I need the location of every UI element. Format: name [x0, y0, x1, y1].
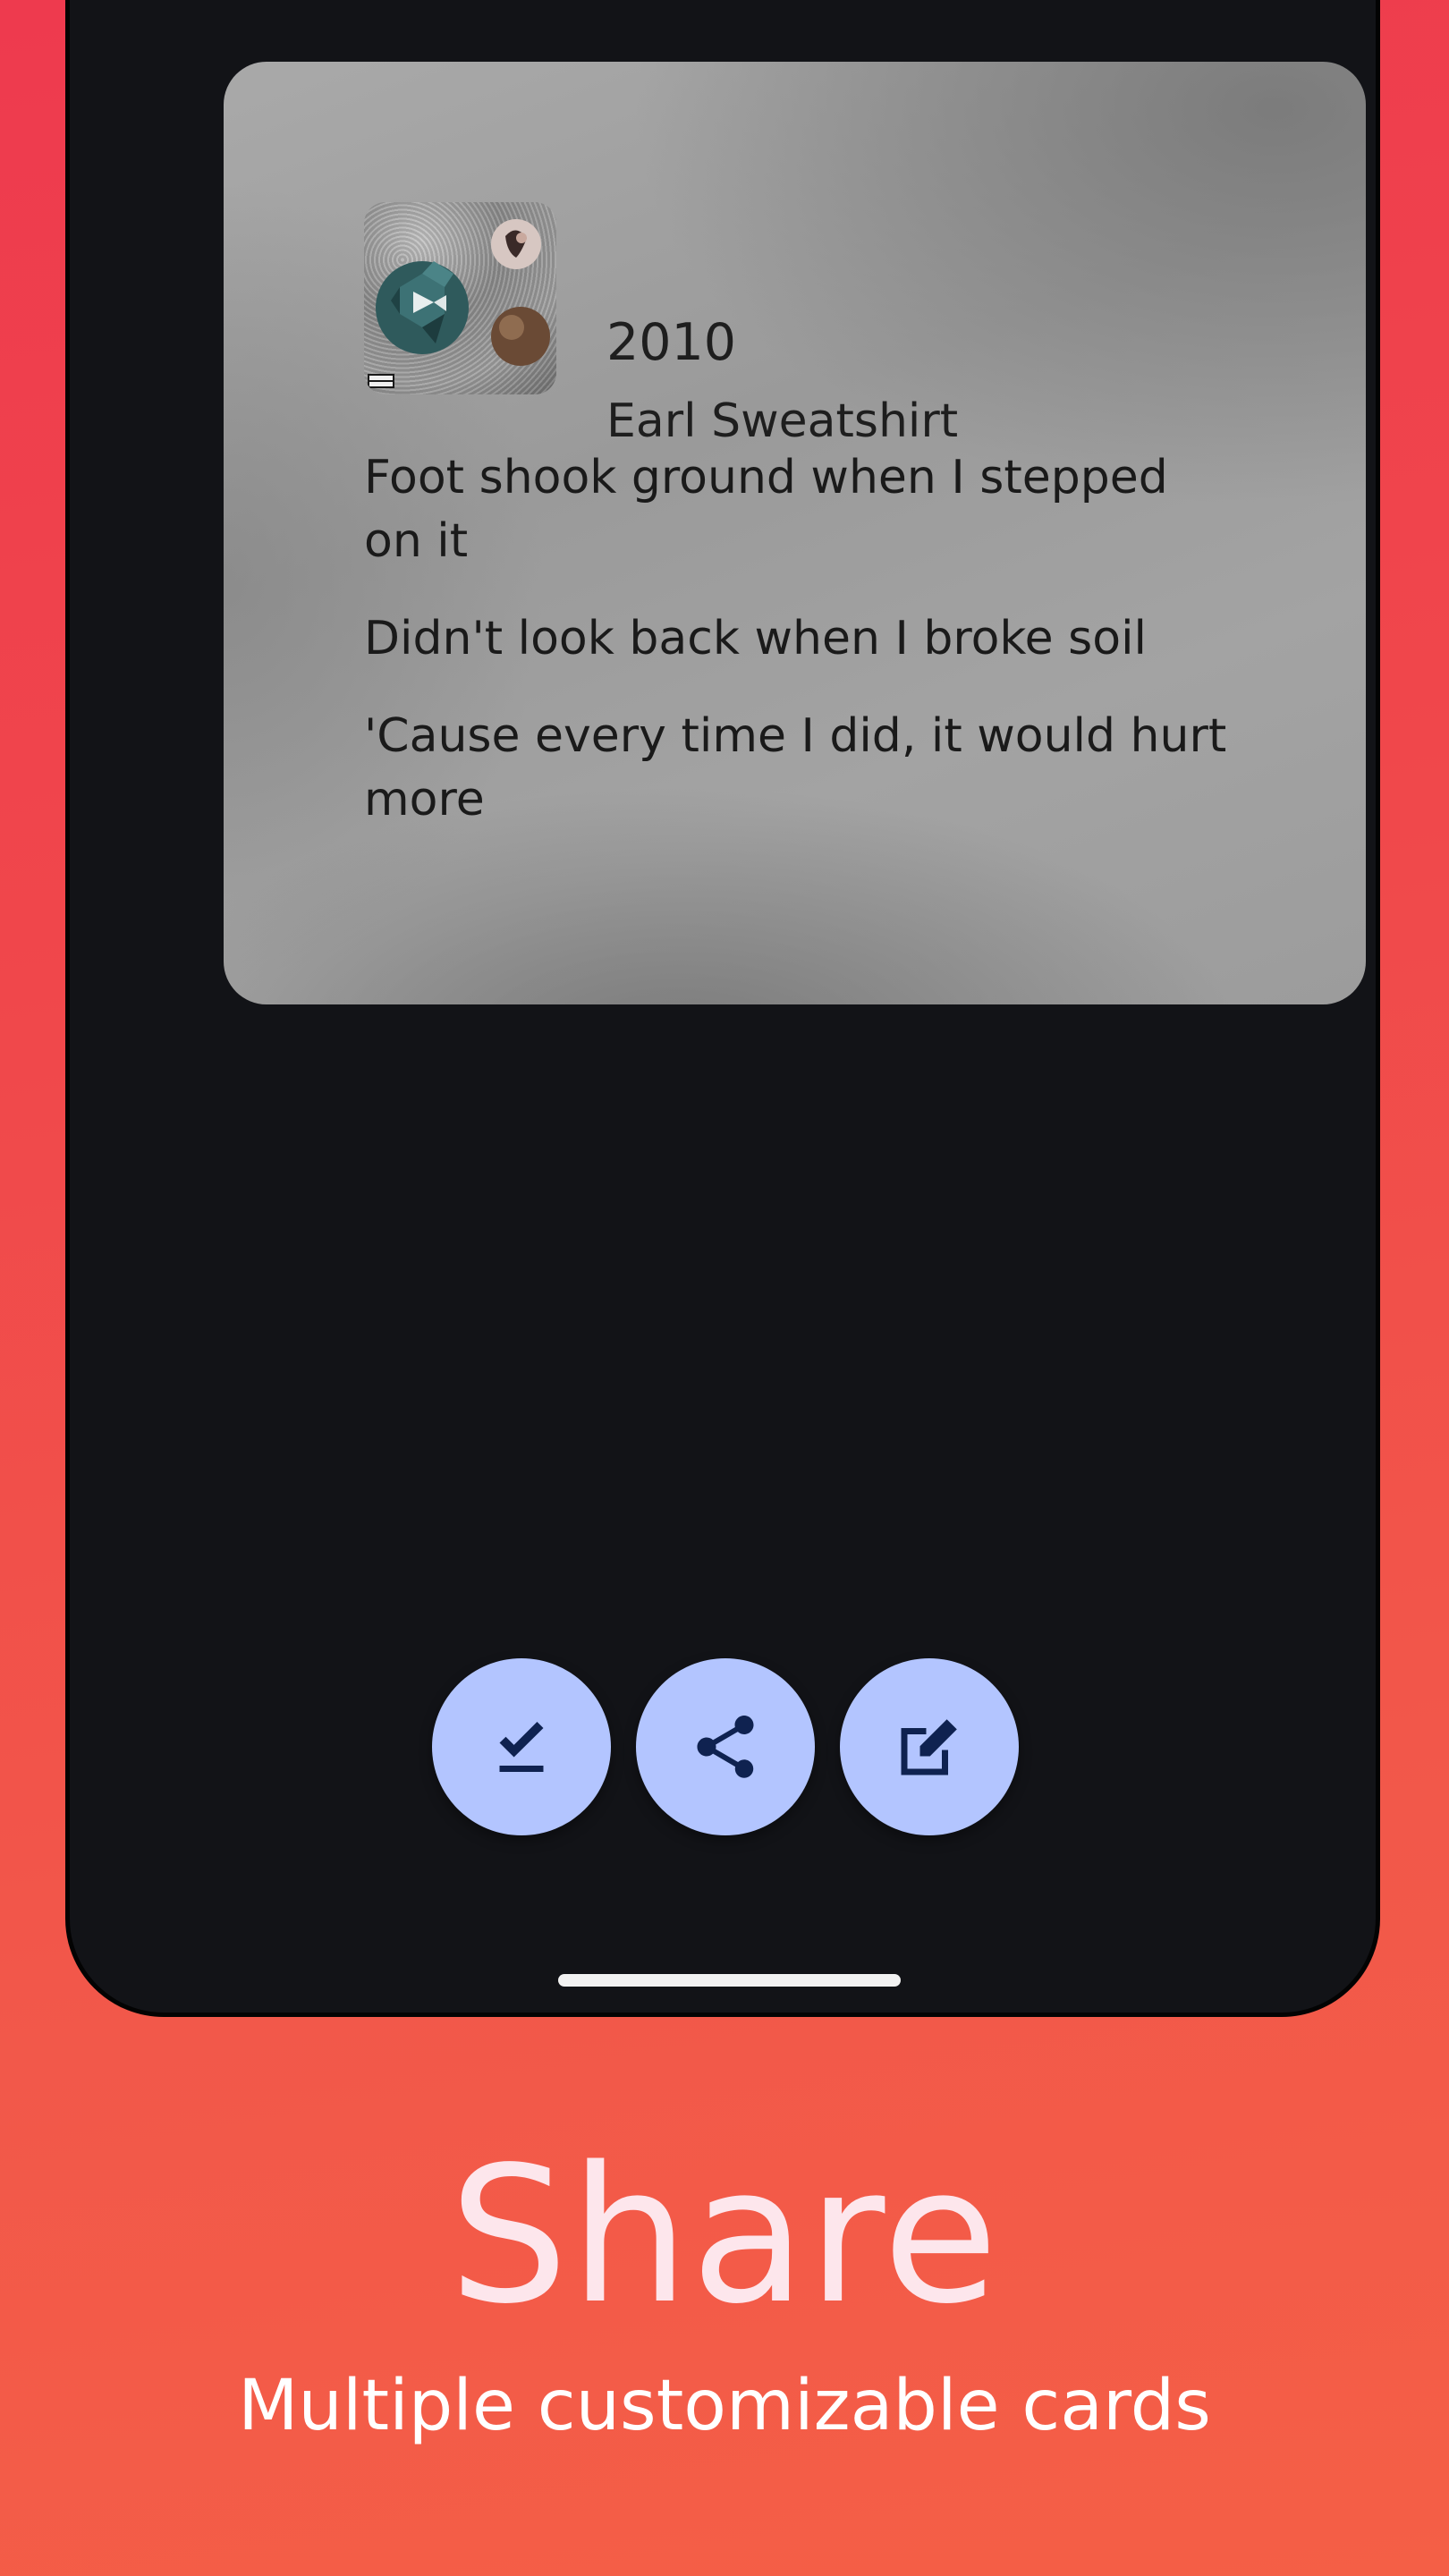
lyric-line: 'Cause every time I did, it would hurt m…: [364, 709, 1227, 826]
edit-icon: [901, 1719, 957, 1775]
lyrics-card[interactable]: 2010 Earl Sweatshirt Foot shook ground w…: [224, 62, 1366, 1004]
feature-headline: Share: [448, 2126, 1000, 2345]
edit-button[interactable]: [840, 1658, 1019, 1835]
lyrics-block: Foot shook ground when I stepped on it D…: [364, 446, 1241, 866]
home-indicator[interactable]: [558, 1974, 901, 1987]
lyric-line: Foot shook ground when I stepped on it: [364, 451, 1168, 568]
album-art: [364, 202, 556, 394]
track-artist: Earl Sweatshirt: [606, 394, 959, 448]
action-buttons: [0, 1658, 1449, 1837]
save-button[interactable]: [432, 1658, 611, 1835]
album-art-shapes: [368, 219, 550, 388]
share-button[interactable]: [636, 1658, 815, 1835]
track-title: 2010: [606, 313, 737, 372]
feature-subtitle: Multiple customizable cards: [238, 2366, 1211, 2446]
lyric-line: Didn't look back when I broke soil: [364, 612, 1147, 665]
share-icon: [697, 1716, 754, 1778]
download-done-icon: [499, 1722, 544, 1772]
